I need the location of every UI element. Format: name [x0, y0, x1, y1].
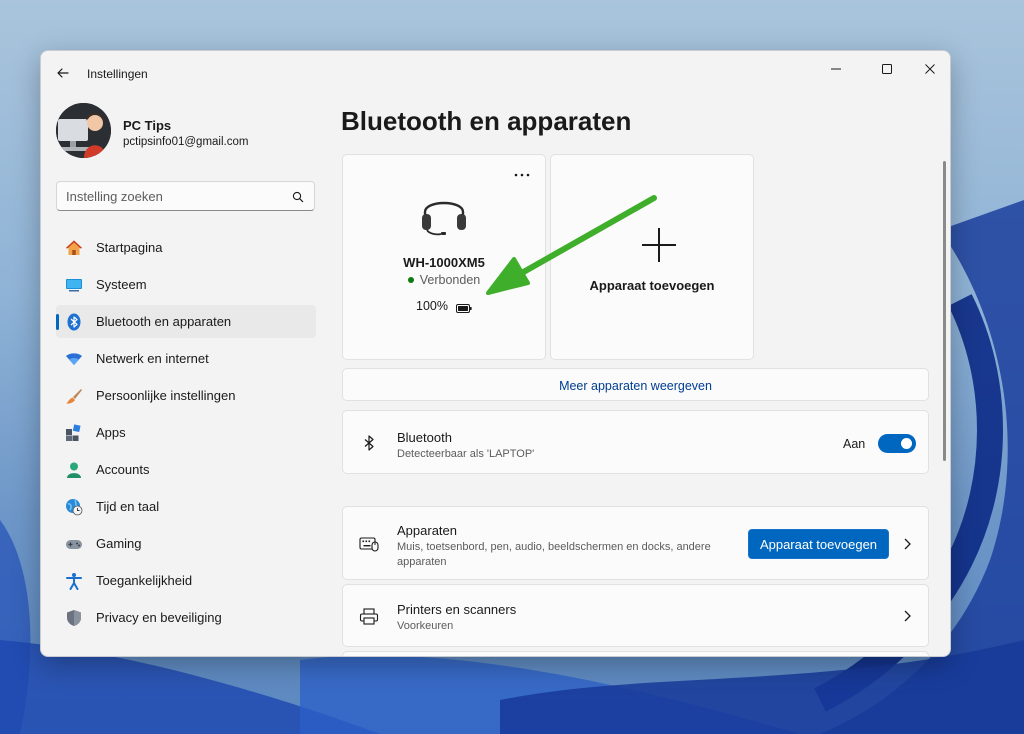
apps-icon: [65, 424, 83, 442]
sidebar-item-apps[interactable]: Apps: [56, 416, 316, 449]
more-options-icon[interactable]: [513, 167, 531, 177]
maximize-button[interactable]: [872, 55, 902, 83]
headphones-icon: [419, 188, 469, 236]
battery-level: 100%: [416, 299, 472, 313]
shield-icon: [65, 609, 83, 627]
sidebar-item-systeem[interactable]: Systeem: [56, 268, 316, 301]
sidebar-item-bluetooth[interactable]: Bluetooth en apparaten: [56, 305, 316, 338]
gamepad-icon: [65, 535, 83, 553]
home-icon: [65, 239, 83, 257]
avatar[interactable]: [56, 103, 111, 158]
minimize-button[interactable]: [821, 55, 851, 83]
page-title: Bluetooth en apparaten: [341, 106, 632, 136]
add-device-label: Apparaat toevoegen: [589, 278, 715, 293]
sidebar-item-label: Persoonlijke instellingen: [96, 388, 236, 403]
devices-subtitle-line-2: apparaten: [397, 556, 447, 568]
next-settings-row[interactable]: [342, 651, 929, 656]
bluetooth-toggle[interactable]: [878, 434, 916, 453]
device-status: Verbonden: [343, 273, 545, 287]
brush-icon: [65, 387, 83, 405]
printers-subtitle: Voorkeuren: [397, 620, 454, 632]
sidebar-item-tijd-en-taal[interactable]: Tijd en taal: [56, 490, 316, 523]
sidebar-item-accounts[interactable]: Accounts: [56, 453, 316, 486]
devices-subtitle-line-1: Muis, toetsenbord, pen, audio, beeldsche…: [397, 541, 711, 553]
bluetooth-symbol-icon: [359, 433, 379, 453]
back-arrow-icon[interactable]: [53, 63, 73, 83]
wifi-icon: [65, 350, 83, 368]
devices-title: Apparaten: [397, 523, 457, 538]
device-card[interactable]: WH-1000XM5 Verbonden 100%: [342, 154, 546, 360]
globe-clock-icon: [65, 498, 83, 516]
printer-icon: [359, 607, 379, 627]
add-device-button[interactable]: Apparaat toevoegen: [748, 529, 889, 559]
sidebar-item-netwerk[interactable]: Netwerk en internet: [56, 342, 316, 375]
settings-search[interactable]: [56, 181, 315, 211]
sidebar-item-toegankelijkheid[interactable]: Toegankelijkheid: [56, 564, 316, 597]
sidebar-item-label: Accounts: [96, 462, 150, 477]
bluetooth-title: Bluetooth: [397, 430, 452, 445]
close-button[interactable]: [915, 55, 945, 83]
devices-row[interactable]: Apparaten Muis, toetsenbord, pen, audio,…: [342, 506, 929, 580]
sidebar-item-label: Tijd en taal: [96, 499, 160, 514]
keyboard-device-icon: [359, 534, 379, 554]
bluetooth-setting-row[interactable]: Bluetooth Detecteerbaar als 'LAPTOP' Aan: [342, 410, 929, 474]
sidebar-nav: Startpagina Systeem Bluetooth en apparat…: [56, 231, 316, 638]
settings-window: Instellingen PC Tips pctipsinfo01@gmail.…: [40, 50, 951, 657]
accessibility-icon: [65, 572, 83, 590]
printers-row[interactable]: Printers en scanners Voorkeuren: [342, 584, 929, 647]
bluetooth-icon: [65, 313, 83, 331]
search-input[interactable]: [57, 182, 282, 210]
sidebar-item-persoonlijke-instellingen[interactable]: Persoonlijke instellingen: [56, 379, 316, 412]
scrollbar[interactable]: [943, 161, 946, 461]
device-status-label: Verbonden: [419, 273, 481, 287]
bluetooth-state-label: Aan: [843, 437, 866, 451]
sidebar-item-startpagina[interactable]: Startpagina: [56, 231, 316, 264]
battery-icon: [456, 302, 472, 313]
toggle-knob: [901, 438, 912, 449]
sidebar-item-label: Toegankelijkheid: [96, 573, 193, 588]
sidebar-item-label: Privacy en beveiliging: [96, 610, 222, 625]
sidebar-item-label: Bluetooth en apparaten: [96, 314, 232, 329]
battery-percentage: 100%: [416, 299, 448, 313]
monitor-icon: [65, 276, 83, 294]
more-devices-link[interactable]: Meer apparaten weergeven: [343, 379, 928, 393]
sidebar-item-label: Systeem: [96, 277, 147, 292]
chevron-right-icon[interactable]: [902, 609, 912, 623]
person-icon: [65, 461, 83, 479]
profile-name: PC Tips: [123, 118, 172, 133]
add-device-card[interactable]: Apparaat toevoegen: [550, 154, 754, 360]
title-bar: Instellingen: [41, 51, 950, 91]
app-title: Instellingen: [87, 67, 148, 81]
sidebar-item-label: Startpagina: [96, 240, 163, 255]
sidebar-item-label: Netwerk en internet: [96, 351, 209, 366]
bluetooth-subtitle: Detecteerbaar als 'LAPTOP': [397, 448, 535, 460]
sidebar-item-gaming[interactable]: Gaming: [56, 527, 316, 560]
search-icon[interactable]: [292, 190, 304, 203]
chevron-right-icon[interactable]: [902, 537, 912, 551]
plus-icon: [640, 226, 678, 264]
sidebar-item-label: Apps: [96, 425, 126, 440]
connected-status-dot: [407, 276, 414, 283]
sidebar-item-privacy[interactable]: Privacy en beveiliging: [56, 601, 316, 634]
more-devices-row[interactable]: Meer apparaten weergeven: [342, 368, 929, 401]
device-name: WH-1000XM5: [403, 255, 485, 270]
sidebar-item-label: Gaming: [96, 536, 142, 551]
printers-title: Printers en scanners: [397, 602, 517, 617]
profile-email: pctipsinfo01@gmail.com: [123, 136, 249, 148]
